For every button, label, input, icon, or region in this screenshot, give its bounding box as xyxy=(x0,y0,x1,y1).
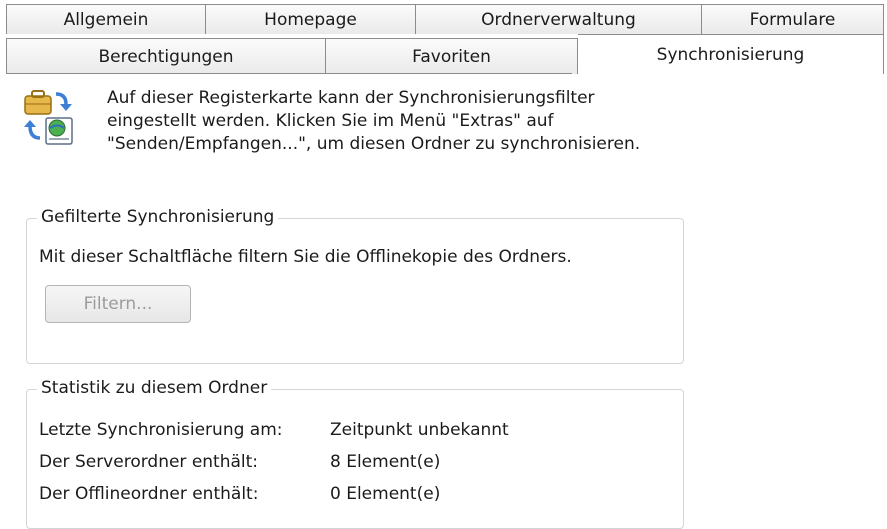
stat-value: Zeitpunkt unbekannt xyxy=(330,420,509,440)
stat-row-offline-items: Der Offlineordner enthält: 0 Element(e) xyxy=(39,484,440,504)
filter-group: Gefilterte Synchronisierung Mit dieser S… xyxy=(26,205,684,364)
tab-berechtigungen[interactable]: Berechtigungen xyxy=(6,38,326,74)
tab-homepage[interactable]: Homepage xyxy=(206,4,416,34)
stats-group-title: Statistik zu diesem Ordner xyxy=(37,376,272,400)
tab-row-top: Allgemein Homepage Ordnerverwaltung Form… xyxy=(6,4,884,34)
tab-favoriten[interactable]: Favoriten xyxy=(326,38,578,74)
stat-row-server-items: Der Serverordner enthält: 8 Element(e) xyxy=(39,452,440,472)
info-description: Auf dieser Registerkarte kann der Synchr… xyxy=(107,88,641,154)
stats-group: Statistik zu diesem Ordner Letzte Synchr… xyxy=(26,376,684,529)
stat-value: 0 Element(e) xyxy=(330,484,441,504)
tab-ordnerverwaltung[interactable]: Ordnerverwaltung xyxy=(416,4,702,34)
tab-divider xyxy=(6,73,572,74)
tab-allgemein[interactable]: Allgemein xyxy=(6,4,206,34)
stat-row-last-sync: Letzte Synchronisierung am: Zeitpunkt un… xyxy=(39,420,509,440)
filter-group-description: Mit dieser Schaltfläche filtern Sie die … xyxy=(39,247,572,267)
filter-group-title: Gefilterte Synchronisierung xyxy=(37,205,279,229)
stat-value: 8 Element(e) xyxy=(330,452,441,472)
tab-synchronisierung[interactable]: Synchronisierung xyxy=(578,34,884,74)
sync-folder-icon xyxy=(22,82,78,152)
filter-button[interactable]: Filtern... xyxy=(45,285,191,323)
stat-label: Letzte Synchronisierung am: xyxy=(39,420,283,440)
stat-label: Der Serverordner enthält: xyxy=(39,452,259,472)
stat-label: Der Offlineordner enthält: xyxy=(39,484,259,504)
tab-formulare[interactable]: Formulare xyxy=(702,4,884,34)
tab-row-bottom: Berechtigungen Favoriten Synchronisierun… xyxy=(6,34,884,74)
